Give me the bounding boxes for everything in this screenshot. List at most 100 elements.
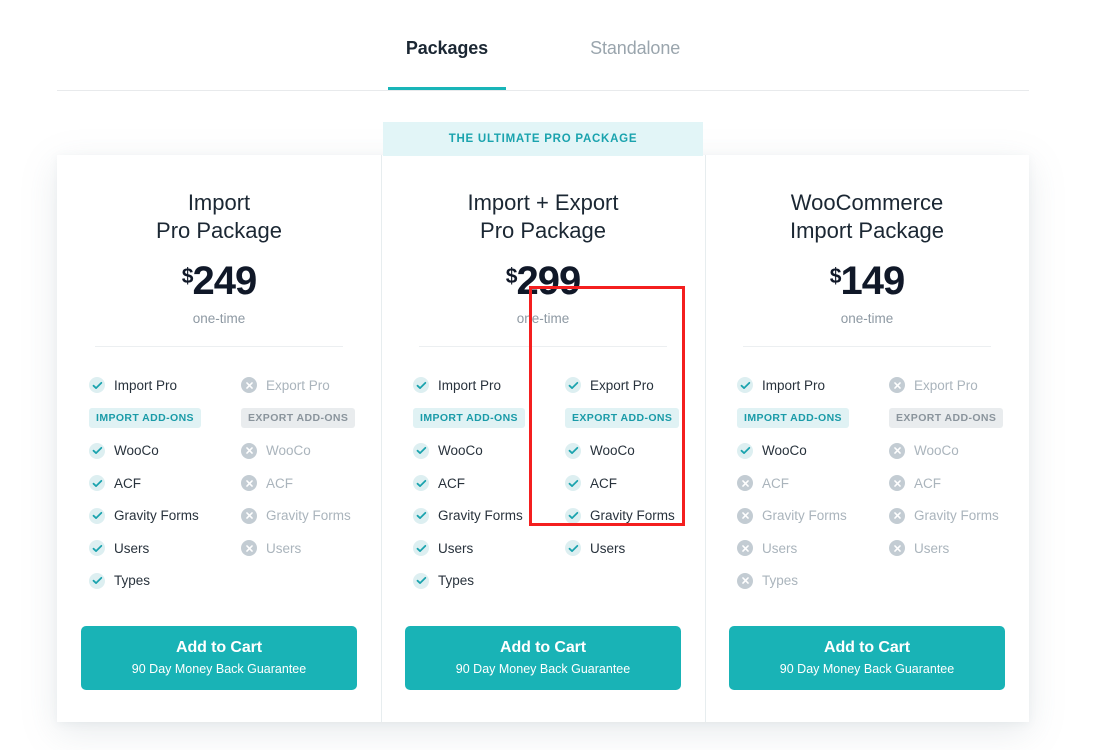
feature-row: Users xyxy=(889,532,1005,565)
export-feature-column: Export Pro EXPORT ADD-ONS WooCo ACF Gravity … xyxy=(543,369,681,597)
feature-row: WooCo xyxy=(413,435,543,468)
currency-symbol: $ xyxy=(181,265,194,288)
feature-row: WooCo xyxy=(889,435,1005,468)
add-to-cart-button[interactable]: Add to Cart 90 Day Money Back Guarantee xyxy=(729,626,1005,690)
feature-grid: Import Pro IMPORT ADD-ONS WooCo ACF Gravity … xyxy=(405,369,681,597)
add-to-cart-button[interactable]: Add to Cart 90 Day Money Back Guarantee xyxy=(405,626,681,690)
feature-row: ACF xyxy=(413,467,543,500)
feature-label: Import Pro xyxy=(438,377,502,393)
feature-label: Gravity Forms xyxy=(438,508,523,524)
money-back-guarantee-label: 90 Day Money Back Guarantee xyxy=(779,662,955,676)
feature-label: Import Pro xyxy=(114,377,178,393)
export-badge-row: EXPORT ADD-ONS xyxy=(889,402,1005,435)
check-icon xyxy=(413,442,429,459)
import-feature-column: Import Pro IMPORT ADD-ONS WooCo ACF Gravity … xyxy=(729,369,867,597)
check-icon xyxy=(565,442,581,459)
feature-row: WooCo xyxy=(565,435,681,468)
feature-label: WooCo xyxy=(914,443,959,459)
pricing-panel: THE ULTIMATE PRO PACKAGE Import Pro Packa… xyxy=(57,122,1029,722)
money-back-guarantee-label: 90 Day Money Back Guarantee xyxy=(455,662,631,676)
feature-row-header: Export Pro xyxy=(565,369,681,402)
plan-title-line1: Import + Export xyxy=(467,190,619,215)
feature-label: Types xyxy=(438,573,475,589)
price-period: one-time xyxy=(516,311,570,326)
cross-icon xyxy=(737,507,753,524)
ribbon-label: THE ULTIMATE PRO PACKAGE xyxy=(448,133,638,145)
check-icon xyxy=(737,377,753,394)
feature-row: ACF xyxy=(737,467,867,500)
feature-row: WooCo xyxy=(737,435,867,468)
check-icon xyxy=(89,507,105,524)
feature-label: Export Pro xyxy=(914,377,978,393)
feature-label: ACF xyxy=(266,475,293,491)
add-to-cart-label: Add to Cart xyxy=(175,639,262,656)
check-icon xyxy=(89,475,105,492)
plan-title-line2: Pro Package xyxy=(480,218,606,243)
check-icon xyxy=(413,475,429,492)
check-icon xyxy=(737,442,753,459)
tab-standalone[interactable]: Standalone xyxy=(572,38,698,89)
feature-label: Gravity Forms xyxy=(762,508,847,524)
feature-label: Import Pro xyxy=(762,377,826,393)
feature-label: Users xyxy=(114,540,150,556)
plan-title-line2: Import Package xyxy=(789,218,945,243)
plan-title: WooCommerce Import Package xyxy=(729,189,1005,247)
feature-label: Users xyxy=(590,540,626,556)
feature-row: Gravity Forms xyxy=(737,500,867,533)
feature-label: Export Pro xyxy=(590,377,654,393)
feature-grid: Import Pro IMPORT ADD-ONS WooCo ACF Gravity … xyxy=(729,369,1005,597)
plan-title: Import Pro Package xyxy=(81,189,357,247)
tab-list: Packages Standalone xyxy=(57,0,1029,90)
check-icon xyxy=(89,442,105,459)
feature-row: WooCo xyxy=(89,435,219,468)
feature-label: Gravity Forms xyxy=(914,508,999,524)
feature-row: ACF xyxy=(89,467,219,500)
cross-icon xyxy=(241,507,257,524)
export-badge-row: EXPORT ADD-ONS xyxy=(241,402,357,435)
feature-label: ACF xyxy=(590,475,617,491)
feature-label: WooCo xyxy=(590,443,635,459)
add-to-cart-label: Add to Cart xyxy=(499,639,586,656)
feature-row: Types xyxy=(413,565,543,598)
feature-row: Types xyxy=(737,565,867,598)
feature-row: Gravity Forms xyxy=(413,500,543,533)
feature-row-header: Import Pro xyxy=(89,369,219,402)
import-badge-row: IMPORT ADD-ONS xyxy=(737,402,867,435)
export-feature-column: Export Pro EXPORT ADD-ONS WooCo ACF Gravity … xyxy=(867,369,1005,597)
feature-label: Users xyxy=(914,540,950,556)
import-addons-badge: IMPORT ADD-ONS xyxy=(413,408,525,428)
feature-label: WooCo xyxy=(438,443,483,459)
plan-card-1: Import Pro Package $249 one-time Import Pro I… xyxy=(57,155,381,722)
check-icon xyxy=(89,377,105,394)
plan-title: Import + Export Pro Package xyxy=(405,189,681,247)
feature-label: WooCo xyxy=(114,443,159,459)
plan-title-line1: WooCommerce xyxy=(790,190,944,215)
add-to-cart-button[interactable]: Add to Cart 90 Day Money Back Guarantee xyxy=(81,626,357,690)
divider xyxy=(95,346,343,347)
check-icon xyxy=(413,507,429,524)
export-addons-badge: EXPORT ADD-ONS xyxy=(565,408,680,428)
feature-row: Users xyxy=(89,532,219,565)
export-addons-badge: EXPORT ADD-ONS xyxy=(889,408,1004,428)
import-feature-column: Import Pro IMPORT ADD-ONS WooCo ACF Gravity … xyxy=(405,369,543,597)
price-period: one-time xyxy=(840,311,894,326)
price-amount: 299 xyxy=(516,259,581,303)
cross-icon xyxy=(737,540,753,557)
feature-row: ACF xyxy=(565,467,681,500)
plan-title-line1: Import xyxy=(187,190,251,215)
export-badge-row: EXPORT ADD-ONS xyxy=(565,402,681,435)
cross-icon xyxy=(889,475,905,492)
check-icon xyxy=(89,572,105,589)
money-back-guarantee-label: 90 Day Money Back Guarantee xyxy=(131,662,307,676)
check-icon xyxy=(565,475,581,492)
feature-label: Gravity Forms xyxy=(590,508,675,524)
feature-row-header: Import Pro xyxy=(413,369,543,402)
plan-card-2: Import + Export Pro Package $299 one-time Im… xyxy=(381,155,705,722)
check-icon xyxy=(413,572,429,589)
cross-icon xyxy=(241,540,257,557)
feature-row: Gravity Forms xyxy=(565,500,681,533)
tab-packages[interactable]: Packages xyxy=(387,38,507,90)
feature-label: Export Pro xyxy=(266,377,330,393)
check-icon xyxy=(565,540,581,557)
feature-label: Gravity Forms xyxy=(266,508,351,524)
